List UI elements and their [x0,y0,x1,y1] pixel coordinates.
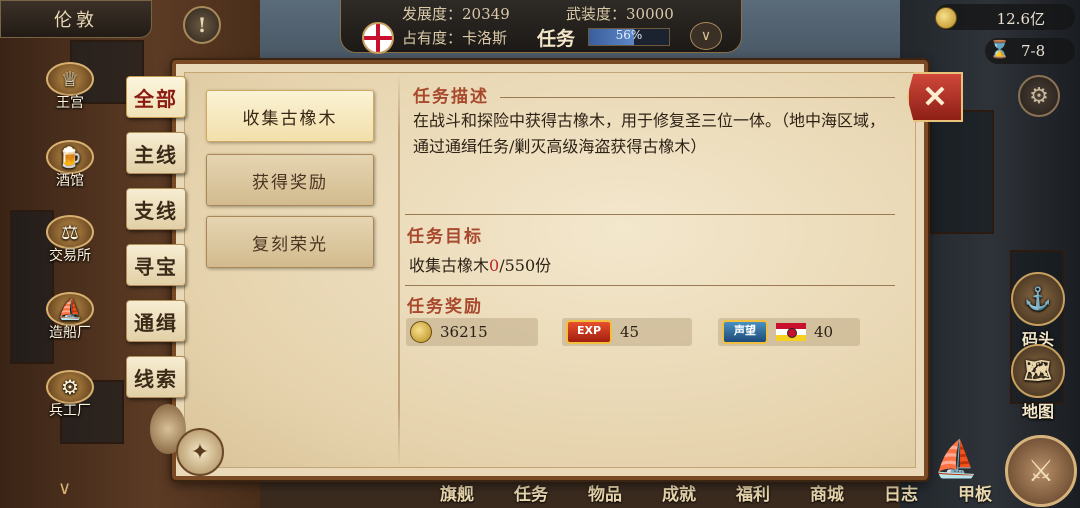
quest-item[interactable]: 复刻荣光 [206,216,374,268]
alert-button[interactable]: ! [183,6,221,44]
nav-shop[interactable]: 商城 [790,480,864,505]
hourglass-icon: ⌛ [989,40,1011,60]
crossed-swords-icon[interactable]: ⚔ [1005,435,1077,507]
task-progress-text: 56% [615,28,643,42]
quest-goal: 收集古橡木0/550份 [409,256,552,275]
goal-current: 0 [489,256,500,275]
quest-item[interactable]: 收集古橡木 [206,90,374,142]
development-stat: 发展度：20349 [402,5,510,23]
section-divider [500,97,895,98]
task-title: 任务 [537,28,576,50]
section-divider [405,285,895,286]
tavern-button[interactable]: 🍺 酒馆 [40,140,100,190]
faction-flag-icon [776,323,806,341]
task-progress-bar: 56% [588,28,670,46]
dock-icon: ⚓ [1011,272,1065,326]
nav-log[interactable]: 日志 [864,480,938,505]
compass-icon: ✦ [176,428,224,476]
gold-coin-icon [935,7,957,29]
bottom-nav: 旗舰 任务 物品 成就 福利 商城 日志 甲板 [420,480,1012,505]
shipyard-button[interactable]: ⛵ 造船厂 [40,292,100,342]
tab-wanted[interactable]: 通缉 [126,300,186,342]
gear-icon[interactable]: ⚙ [1018,75,1060,117]
tab-all[interactable]: 全部 [126,76,186,118]
reputation-icon: 声望 [722,320,768,344]
armament-stat: 武装度：30000 [566,5,674,23]
england-flag-icon[interactable] [362,22,394,54]
exclamation-icon: ! [197,13,207,37]
nav-flagship[interactable]: 旗舰 [420,480,494,505]
close-button[interactable]: ✕ [907,72,963,122]
column-divider [398,73,400,467]
close-icon: ✕ [922,79,948,115]
occupancy-stat: 占有度：卡洛斯 [402,29,508,47]
reward-gold: 36215 [406,318,538,346]
nav-achievements[interactable]: 成就 [642,480,716,505]
reward-title: 任务奖励 [407,297,483,317]
quest-description: 在战斗和探险中获得古橡木，用于修复圣三位一体。（地中海区域，通过通缉任务/剿灭高… [413,111,886,156]
chevron-down-icon[interactable]: ∨ [690,22,722,50]
goal-title: 任务目标 [407,227,483,247]
city-label: 伦敦 [54,10,98,31]
section-divider [405,214,895,215]
crown-icon: ♕ [46,62,94,96]
reward-reputation: 声望 40 [718,318,860,346]
gold-amount: 12.6亿 [996,10,1045,28]
tab-clues[interactable]: 线索 [126,356,186,398]
tab-main[interactable]: 主线 [126,132,186,174]
palace-button[interactable]: ♕ 王宫 [40,62,100,112]
arsenal-button[interactable]: ⚙ 兵工厂 [40,370,100,420]
tab-treasure[interactable]: 寻宝 [126,244,186,286]
cannon-icon: ⚙ [46,370,94,404]
gold-coin-icon [410,321,432,343]
nav-tasks[interactable]: 任务 [494,480,568,505]
ship-icon: ⛵ [46,292,94,326]
time-resource: ⌛ 7-8 [985,38,1075,64]
city-name[interactable]: 伦敦 [0,0,152,38]
scales-icon: ⚖ [46,215,94,249]
expand-chevron-icon[interactable]: ∨ [58,478,71,499]
exchange-button[interactable]: ⚖ 交易所 [40,215,100,265]
dock-button[interactable]: ⚓ 码头 [1010,272,1066,350]
gold-resource: 12.6亿 [935,4,1075,30]
nav-items[interactable]: 物品 [568,480,642,505]
time-range: 7-8 [1021,42,1046,60]
map-button[interactable]: 🗺 地图 [1010,344,1066,422]
nav-welfare[interactable]: 福利 [716,480,790,505]
nav-deck[interactable]: 甲板 [938,480,1012,505]
description-title: 任务描述 [413,87,489,107]
tab-side[interactable]: 支线 [126,188,186,230]
reward-exp: EXP 45 [562,318,692,346]
quest-item[interactable]: 获得奖励 [206,154,374,206]
map-scroll-icon: 🗺 [1011,344,1065,398]
exp-icon: EXP [566,320,612,344]
beer-mug-icon: 🍺 [46,140,94,174]
